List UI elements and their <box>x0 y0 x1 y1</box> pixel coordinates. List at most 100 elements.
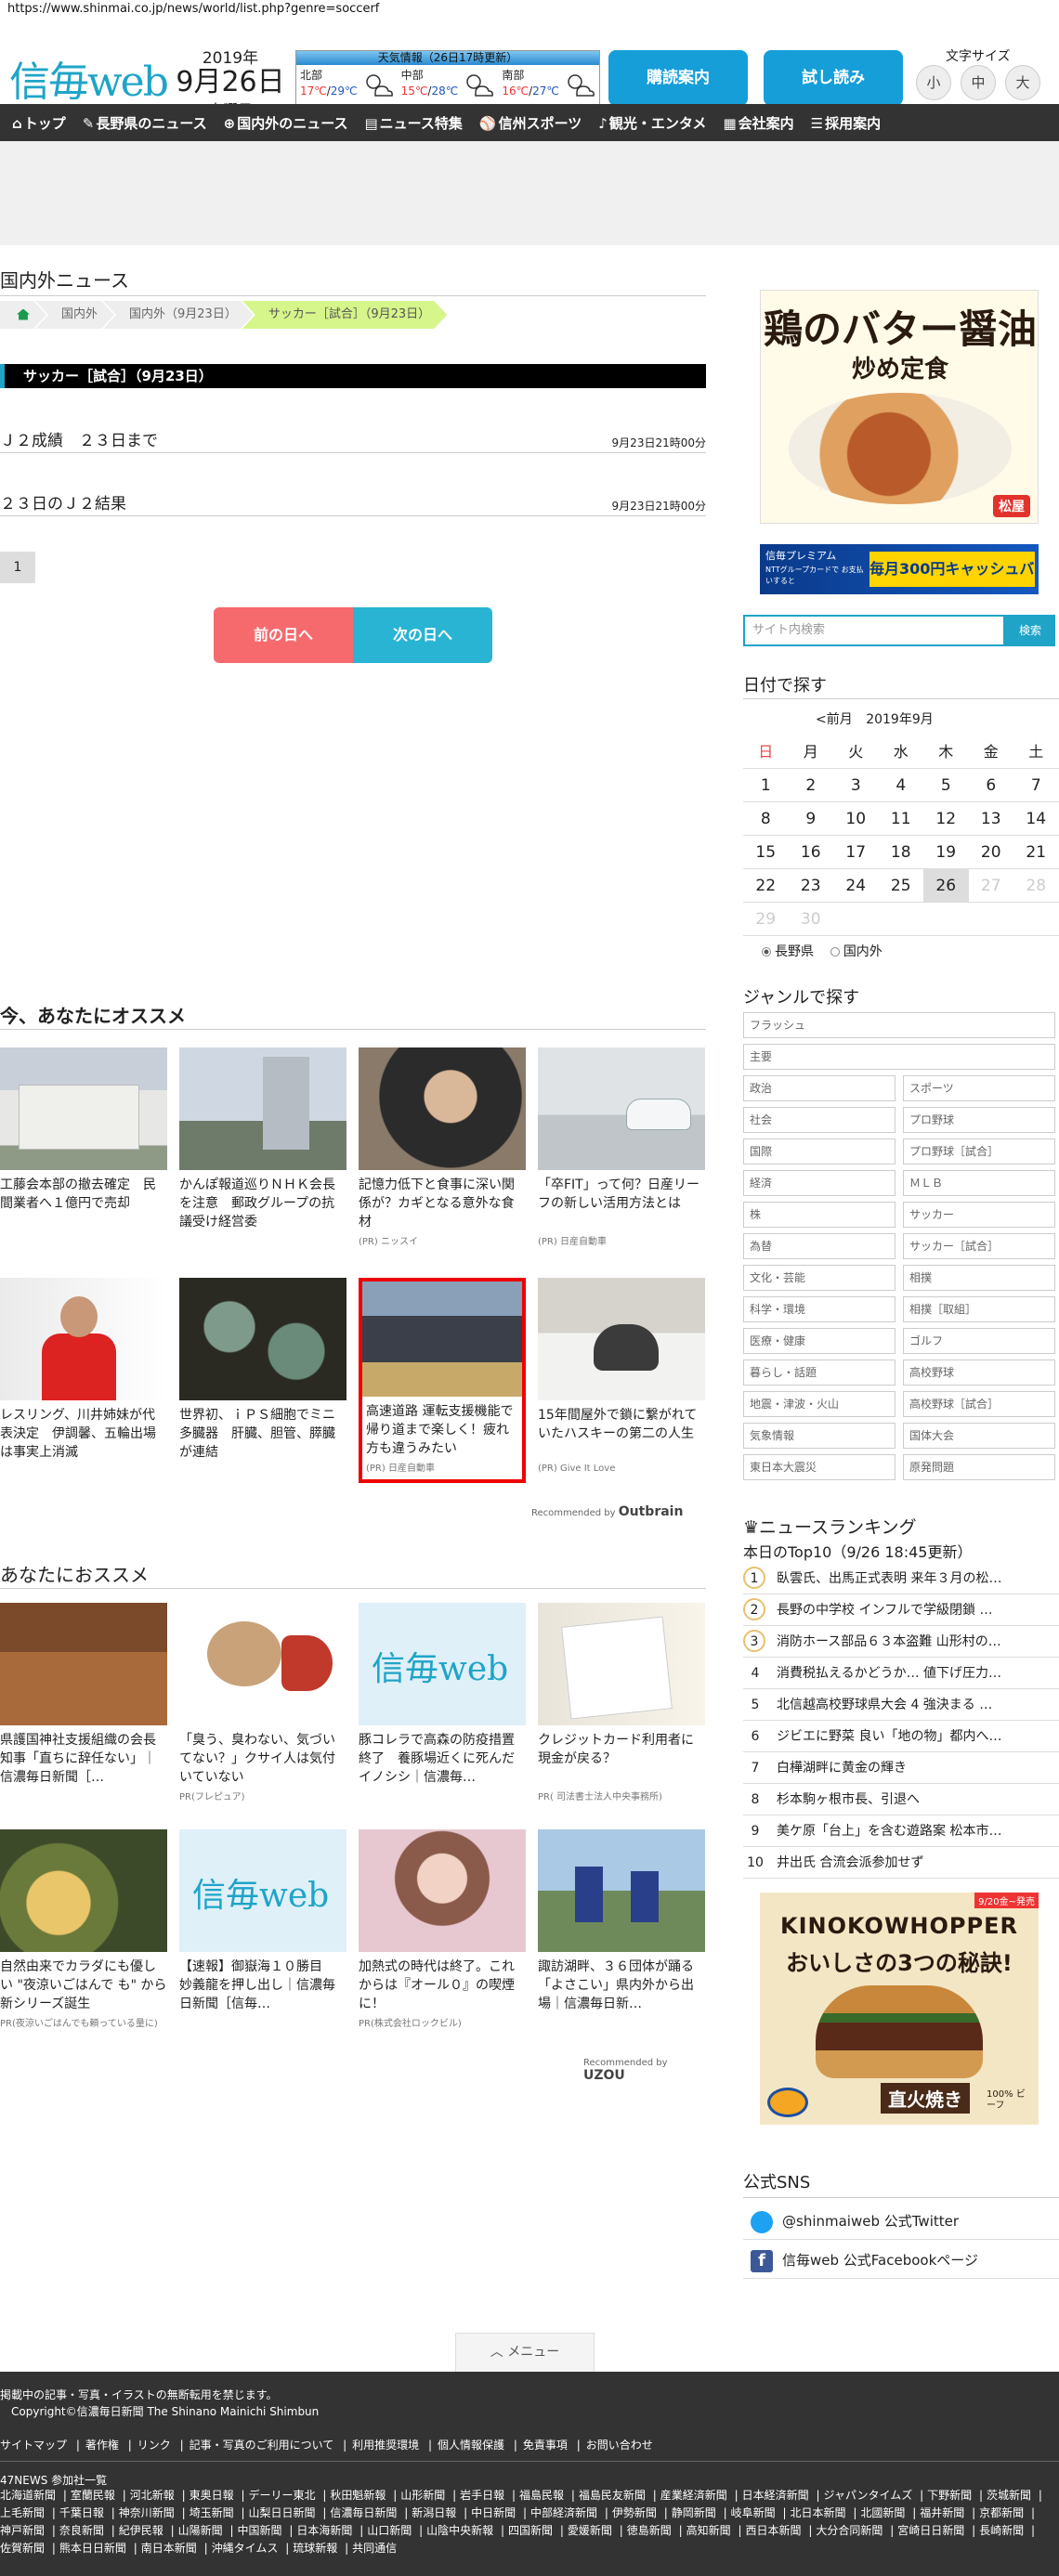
genre-item[interactable]: 高校野球［試合］ <box>903 1391 1055 1417</box>
article-title[interactable]: ２３日のＪ２結果 <box>0 490 126 514</box>
network-paper-link[interactable]: 中国新聞 <box>238 2522 294 2540</box>
nav-entertainment[interactable]: ♪ 観光・エンタメ <box>590 113 714 133</box>
network-paper-link[interactable]: デーリー東北 <box>249 2487 327 2504</box>
weather-widget[interactable]: 天気情報（26日17時更新） 北部 17℃/29℃ 中部 15℃/28℃ 南部 … <box>295 50 600 106</box>
card-title[interactable]: 世界初、ｉＰＳ細胞でミニ多臓器 肝臓、胆管、膵臓が連結 <box>179 1406 346 1462</box>
network-paper-link[interactable]: 秋田魁新報 <box>330 2487 397 2504</box>
recommend-card[interactable]: 記憶力低下と食事に深い関係が？カギとなる意外な食材 (PR) ニッスイ <box>359 1047 526 1247</box>
calendar-day[interactable]: 15 <box>743 836 789 868</box>
genre-item[interactable]: 相撲 <box>903 1265 1055 1291</box>
network-paper-link[interactable]: 産業経済新聞 <box>660 2487 739 2504</box>
recommended-by[interactable]: Recommended by UZOU <box>583 2058 706 2083</box>
calendar-day[interactable]: 17 <box>833 836 879 868</box>
calendar-prev-link[interactable]: <前月 <box>816 712 853 727</box>
recommend-card[interactable]: 工藤会本部の撤去確定 民間業者へ１億円で売却 <box>0 1047 167 1231</box>
trial-button[interactable]: 試し読み <box>764 50 903 106</box>
network-paper-link[interactable]: 中部経済新聞 <box>530 2504 608 2522</box>
genre-item[interactable]: 原発問題 <box>903 1454 1055 1480</box>
network-paper-link[interactable]: 日本海新聞 <box>296 2522 363 2540</box>
card-title[interactable]: 加熱式の時代は終了。これからは『オール０』の喫煙に！ <box>359 1958 526 2013</box>
recommend-card[interactable]: 加熱式の時代は終了。これからは『オール０』の喫煙に！ PR(株式会社ロックビル) <box>359 1829 526 2029</box>
calendar-day[interactable]: 14 <box>1013 802 1059 835</box>
network-paper-link[interactable]: 北日本新聞 <box>791 2504 857 2522</box>
card-title[interactable]: 高速道路 運転支援機能で帰り道まで楽しく！疲れ方も違うみたい <box>362 1402 522 1458</box>
radio-world[interactable]: 国内外 <box>830 944 882 959</box>
network-paper-link[interactable]: 日本経済新聞 <box>742 2487 820 2504</box>
recommend-card[interactable]: 信毎web 豚コレラで高森の防疫措置終了 養豚場近くに死んだイノシシ｜信濃毎… <box>359 1603 526 1787</box>
genre-item[interactable]: 主要 <box>743 1044 1055 1070</box>
genre-item[interactable]: 相撲［取組］ <box>903 1296 1055 1322</box>
calendar-day[interactable]: 16 <box>789 836 834 868</box>
recommend-card[interactable]: 15年間屋外で鎖に繋がれていたハスキーの第二の人生 (PR) Give It L… <box>538 1278 705 1474</box>
network-paper-link[interactable]: 長崎新聞 <box>979 2522 1035 2540</box>
network-paper-link[interactable]: 埼玉新聞 <box>190 2504 245 2522</box>
network-paper-link[interactable]: 琉球新報 <box>293 2540 348 2557</box>
breadcrumb-world[interactable]: 国内外 <box>35 301 114 329</box>
network-paper-link[interactable]: 静岡新聞 <box>672 2504 727 2522</box>
next-day-button[interactable]: 次の日へ <box>353 607 492 663</box>
ranking-item[interactable]: 3 消防ホース部品６３本盗難 山形村の… <box>743 1627 1059 1658</box>
calendar-day[interactable]: 23 <box>789 869 834 902</box>
network-paper-link[interactable]: 河北新報 <box>130 2487 186 2504</box>
genre-item[interactable]: 地震・津波・火山 <box>743 1391 896 1417</box>
genre-item[interactable]: フラッシュ <box>743 1012 1055 1038</box>
page-number-button[interactable]: 1 <box>0 552 35 583</box>
genre-item[interactable]: スポーツ <box>903 1075 1055 1101</box>
network-paper-link[interactable]: 岐阜新聞 <box>731 2504 787 2522</box>
ad-premium[interactable]: 信毎プレミアム NTTグループカードで お支払いすると 毎月300円キャッシュバ… <box>760 544 1039 594</box>
calendar-day[interactable]: 22 <box>743 869 789 902</box>
calendar-day[interactable]: 5 <box>923 769 969 801</box>
genre-item[interactable]: 為替 <box>743 1233 896 1259</box>
card-title[interactable]: 「卒FIT」って何？日産リーフの新しい活用方法とは <box>538 1176 705 1231</box>
calendar-day[interactable]: 25 <box>879 869 924 902</box>
genre-item[interactable]: 医療・健康 <box>743 1328 896 1354</box>
network-paper-link[interactable]: 沖縄タイムス <box>212 2540 290 2557</box>
nav-feature[interactable]: ▤ ニュース特集 <box>356 113 470 133</box>
card-title[interactable]: 工藤会本部の撤去確定 民間業者へ１億円で売却 <box>0 1176 167 1231</box>
network-paper-link[interactable]: 山陰中央新報 <box>426 2522 504 2540</box>
recommend-card[interactable]: 自然由来でカラダにも優しい "夜涼いごはんで も" から新シリーズ誕生 PR(夜… <box>0 1829 167 2029</box>
ranking-item[interactable]: 1 臥雲氏、出馬正式表明 来年３月の松… <box>743 1564 1059 1594</box>
twitter-link[interactable]: @shinmaiweb 公式Twitter <box>743 2203 1059 2240</box>
recommend-card[interactable]: 諏訪湖畔、３６団体が踊る 「よさこい」県内外から出場｜信濃毎日新… <box>538 1829 705 2013</box>
search-button[interactable]: 検索 <box>1005 615 1055 646</box>
ranking-item[interactable]: 5 北信越高校野球県大会 4 強決まる … <box>743 1690 1059 1721</box>
genre-item[interactable]: 高校野球 <box>903 1360 1055 1386</box>
genre-item[interactable]: ＭＬＢ <box>903 1170 1055 1196</box>
ranking-item[interactable]: 10 井出氏 合流会派参加せず <box>743 1848 1059 1879</box>
network-paper-link[interactable]: 室蘭民報 <box>71 2487 126 2504</box>
site-logo[interactable]: 信毎web <box>9 48 169 108</box>
footer-link[interactable]: お問い合わせ <box>586 2437 659 2452</box>
network-paper-link[interactable]: 福井新聞 <box>920 2504 975 2522</box>
article-row[interactable]: Ｊ２成績 ２３日まで 9月23日21時00分 <box>0 425 706 453</box>
genre-item[interactable]: 経済 <box>743 1170 896 1196</box>
genre-item[interactable]: 政治 <box>743 1075 896 1101</box>
card-title[interactable]: 県護国神社支援組織の会長 知事「直ちに辞任ない」｜信濃毎日新聞［… <box>0 1731 167 1787</box>
genre-item[interactable]: 東日本大震災 <box>743 1454 896 1480</box>
card-title[interactable]: 記憶力低下と食事に深い関係が？カギとなる意外な食材 <box>359 1176 526 1231</box>
card-title[interactable]: 諏訪湖畔、３６団体が踊る 「よさこい」県内外から出場｜信濃毎日新… <box>538 1958 705 2013</box>
breadcrumb-date[interactable]: 国内外（9月23日） <box>103 301 254 329</box>
calendar-day[interactable]: 19 <box>923 836 969 868</box>
recommend-card[interactable]: 県護国神社支援組織の会長 知事「直ちに辞任ない」｜信濃毎日新聞［… <box>0 1603 167 1787</box>
calendar-day[interactable]: 2 <box>789 769 834 801</box>
network-paper-link[interactable]: 新潟日報 <box>412 2504 467 2522</box>
recommend-card[interactable]: 世界初、ｉＰＳ細胞でミニ多臓器 肝臓、胆管、膵臓が連結 <box>179 1278 346 1462</box>
footer-link[interactable]: 著作権 <box>85 2437 132 2452</box>
network-paper-link[interactable]: 信濃毎日新聞 <box>330 2504 408 2522</box>
facebook-link[interactable]: f 信毎web 公式Facebookページ <box>743 2242 1059 2279</box>
footer-link[interactable]: 利用推奨環境 <box>352 2437 432 2452</box>
ranking-item[interactable]: 2 長野の中学校 インフルで学級閉鎖 … <box>743 1595 1059 1626</box>
calendar-day[interactable]: 21 <box>1013 836 1059 868</box>
ranking-item[interactable]: 4 消費税払えるかどうか… 値下げ圧力… <box>743 1659 1059 1689</box>
calendar-day[interactable]: 26 <box>923 869 969 902</box>
calendar-day[interactable]: 9 <box>789 802 834 835</box>
calendar-day[interactable]: 13 <box>969 802 1014 835</box>
network-paper-link[interactable]: 熊本日日新聞 <box>59 2540 137 2557</box>
network-paper-link[interactable]: ジャパンタイムズ <box>824 2487 924 2504</box>
browser-url[interactable]: https://www.shinmai.co.jp/news/world/lis… <box>0 0 1059 19</box>
footer-link[interactable]: リンク <box>137 2437 184 2452</box>
recommend-card[interactable]: 「卒FIT」って何？日産リーフの新しい活用方法とは (PR) 日産自動車 <box>538 1047 705 1247</box>
calendar-day[interactable]: 7 <box>1013 769 1059 801</box>
ranking-item[interactable]: 7 白樺湖畔に黄金の輝き <box>743 1753 1059 1784</box>
